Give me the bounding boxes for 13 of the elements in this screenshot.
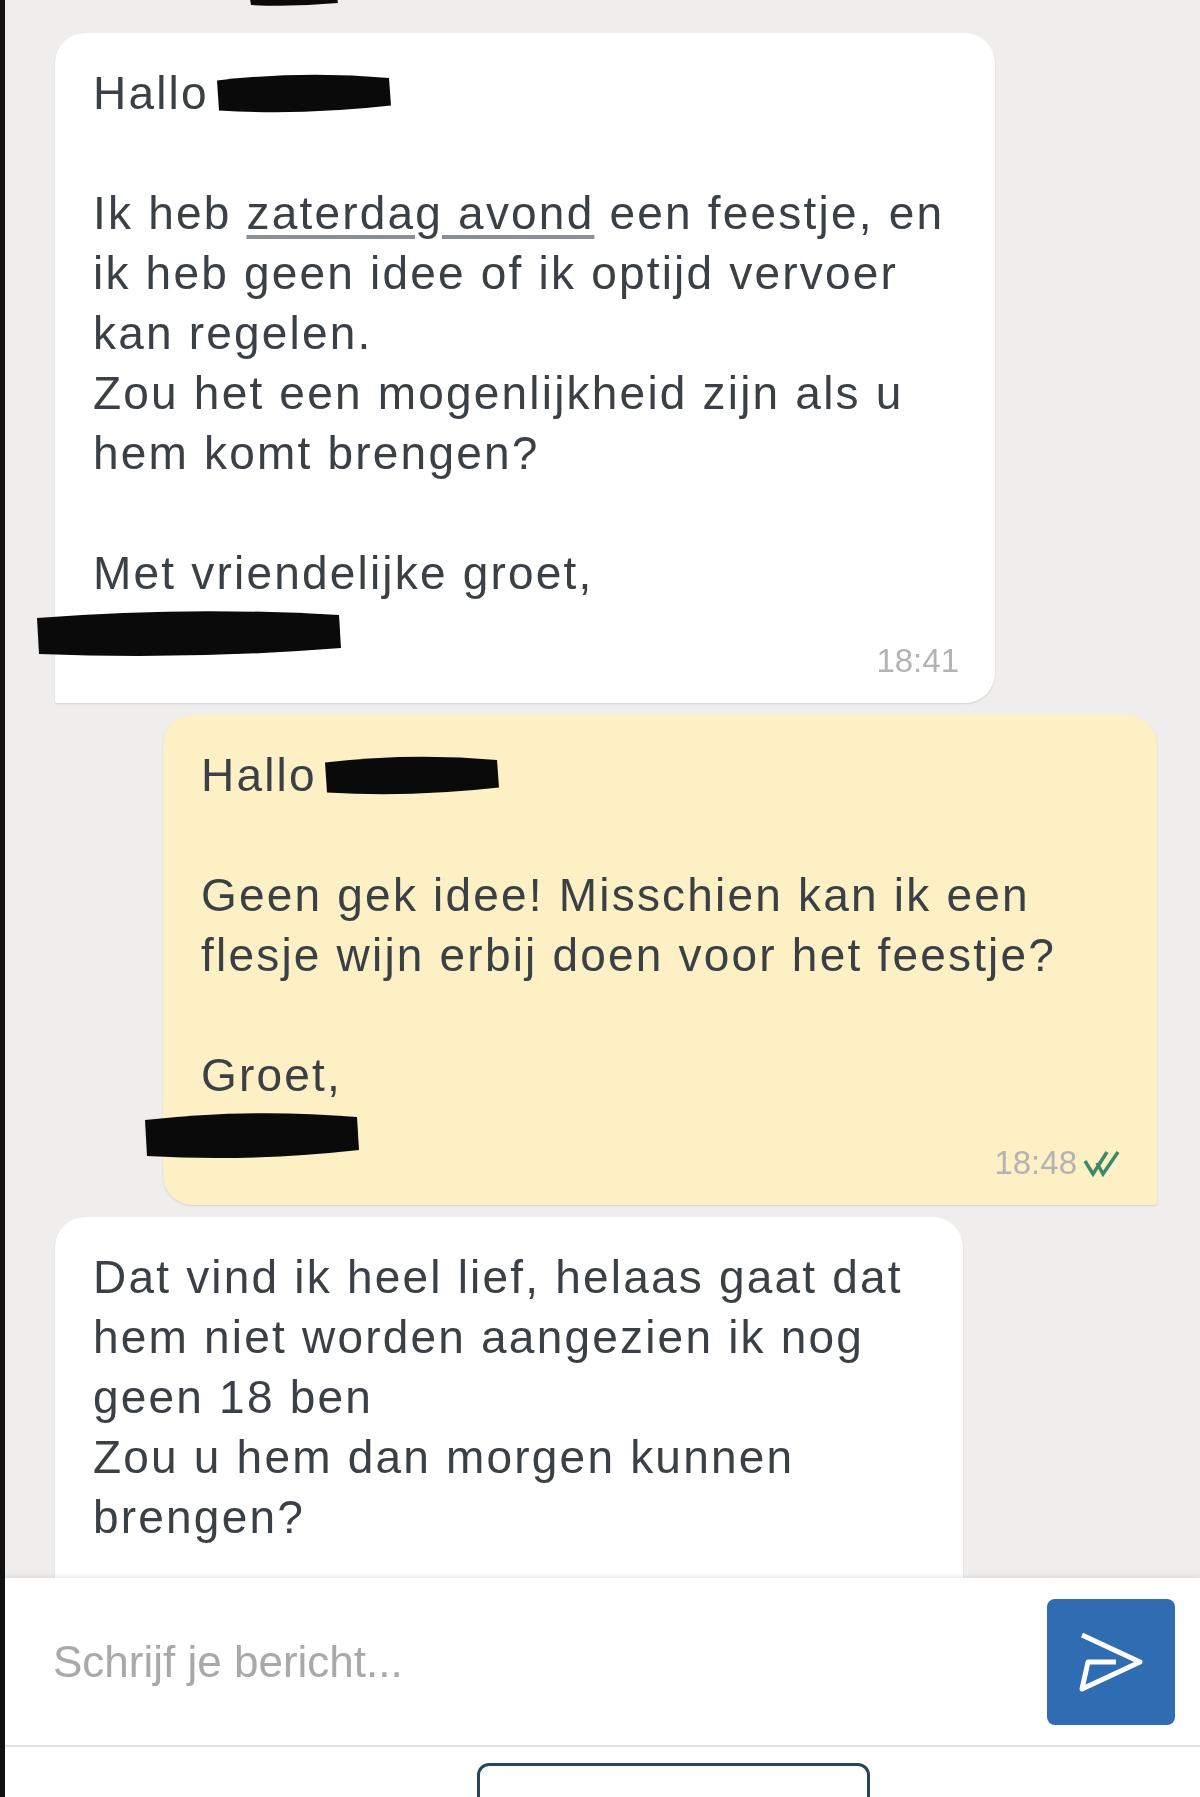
closing-text: Groet, [201, 1048, 344, 1103]
message-time: 18:48 [994, 1143, 1077, 1183]
greeting-text: Hallo [93, 66, 209, 121]
message-text: Zou u hem dan morgen kunnen brengen? [93, 1430, 796, 1545]
send-button[interactable] [1047, 1598, 1175, 1725]
message-text: Ik heb zaterdag avond een feestje, en ik heb geen idee of ik optijd vervoer kan regelen. [93, 186, 946, 361]
message-text: Zou het een mogenlijkheid zijn als u hem komt brengen? [93, 366, 905, 481]
message-text: Geen gek idee! Misschien kan ik een flesje wijn erbij doen voor het feestje? [201, 868, 1058, 983]
closing-text: Met vriendelijke groet, [93, 546, 595, 601]
message-time: 18:41 [876, 641, 959, 681]
greeting-text: Hallo [201, 748, 317, 803]
message-text: Dat vind ik heel lief, helaas gaat dat hem niet worden aangezien ik nog geen 18 ben [93, 1250, 904, 1425]
date-link[interactable]: zaterdag avond [246, 187, 595, 239]
